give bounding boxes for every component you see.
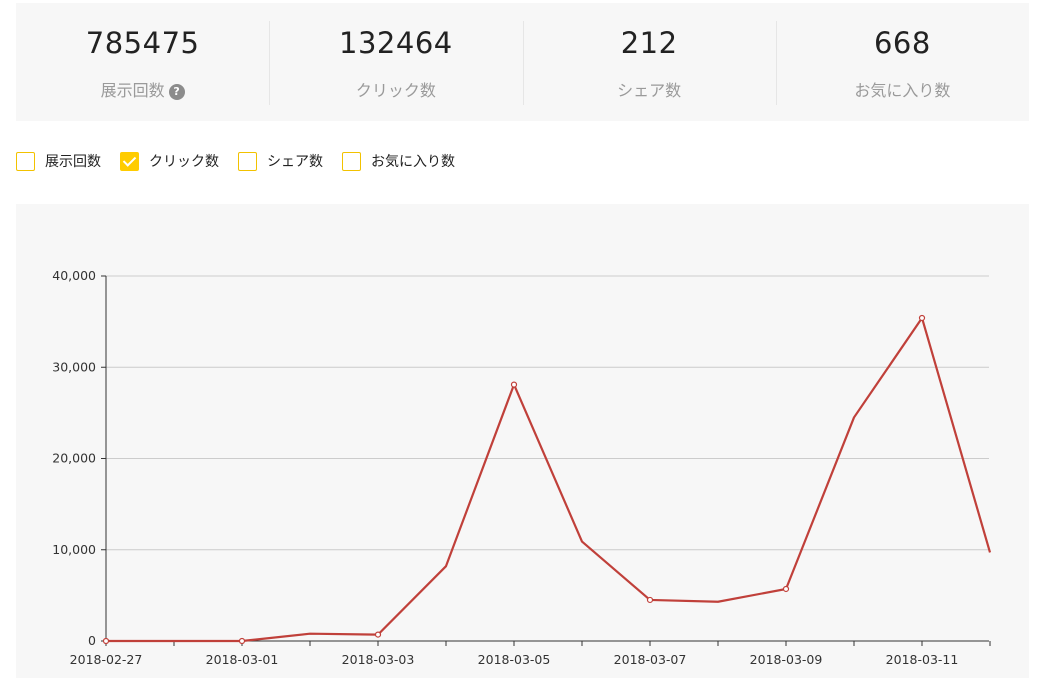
- filter-favorites[interactable]: お気に入り数: [342, 151, 455, 171]
- filter-label: お気に入り数: [371, 154, 455, 170]
- data-point: [510, 381, 518, 388]
- x-tick-label: 2018-03-01: [206, 652, 279, 667]
- stat-label: クリック数: [355, 81, 436, 100]
- data-point: [238, 637, 246, 645]
- series-line: [106, 316, 992, 643]
- help-icon[interactable]: ?: [168, 84, 185, 100]
- filter-impressions[interactable]: 展示回数: [16, 151, 101, 171]
- filter-label: クリック数: [149, 154, 219, 170]
- stat-value: 132464: [339, 26, 453, 60]
- stat-impressions: 785475 展示回数?: [16, 3, 269, 121]
- chart-panel: 0 10,000 20,000 30,000 40,000 2018-02-27 2018-…: [16, 204, 1029, 678]
- line-chart: 0 10,000 20,000 30,000 40,000 2018-02-27 2018-…: [52, 268, 992, 667]
- data-point: [918, 314, 926, 322]
- x-tick-label: 2018-03-05: [478, 652, 551, 667]
- stat-label-wrap: 展示回数?: [16, 80, 269, 102]
- y-tick-label: 20,000: [52, 451, 96, 466]
- data-point: [782, 585, 790, 593]
- stat-label: お気に入り数: [854, 81, 951, 100]
- y-tick-label: 10,000: [52, 542, 96, 557]
- stat-clicks: 132464 クリック数: [269, 3, 522, 121]
- filter-clicks[interactable]: クリック数: [120, 151, 219, 171]
- filter-label: 展示回数: [45, 154, 101, 170]
- data-point: [102, 637, 110, 645]
- clicks-checkbox[interactable]: [120, 151, 139, 171]
- x-tick-label: 2018-03-11: [886, 652, 959, 667]
- stat-value: 785475: [85, 26, 200, 60]
- stat-value: 668: [873, 26, 931, 60]
- y-tick-label: 30,000: [52, 359, 96, 374]
- y-tick-label: 40,000: [52, 268, 96, 283]
- x-tick-label: 2018-03-07: [614, 652, 687, 667]
- stat-label: シェア数: [617, 81, 682, 100]
- favorites-checkbox[interactable]: [342, 151, 361, 171]
- filter-shares[interactable]: シェア数: [238, 151, 323, 171]
- x-tick-label: 2018-03-09: [750, 652, 823, 667]
- data-point: [646, 596, 654, 604]
- shares-checkbox[interactable]: [238, 151, 257, 171]
- x-tick-label: 2018-03-03: [342, 652, 415, 667]
- page: 785475 展示回数? 132464 クリック数 212 シェア数 668 お…: [0, 0, 1040, 691]
- data-point: [374, 631, 382, 638]
- stat-label: 展示回数: [100, 81, 165, 100]
- stat-shares: 212 シェア数: [522, 3, 776, 121]
- x-tick-label: 2018-02-27: [70, 652, 143, 667]
- metric-filters: 展示回数 クリック数 シェア数 お気に入り数: [16, 150, 474, 172]
- filter-label: シェア数: [267, 154, 323, 170]
- stat-favorites: 668 お気に入り数: [775, 3, 1029, 121]
- stats-summary-panel: 785475 展示回数? 132464 クリック数 212 シェア数 668 お…: [16, 3, 1029, 121]
- impressions-checkbox[interactable]: [16, 151, 35, 171]
- stat-value: 212: [620, 26, 678, 60]
- y-tick-label: 0: [88, 633, 96, 648]
